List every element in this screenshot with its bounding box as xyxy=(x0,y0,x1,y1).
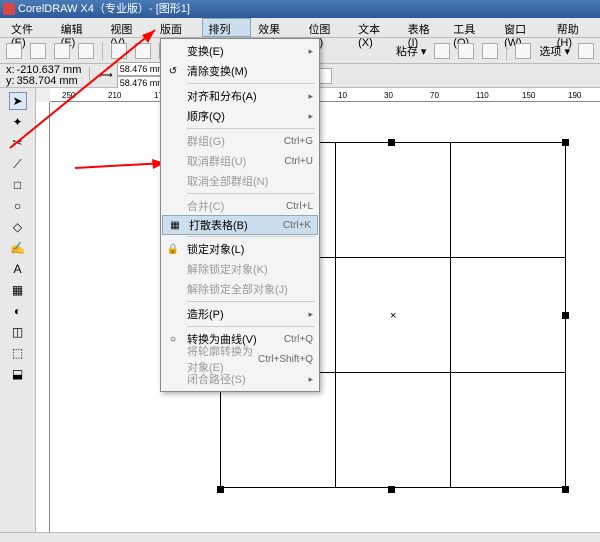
pick-tool[interactable]: ➤ xyxy=(9,92,27,110)
menu-shortcut: Ctrl+Shift+Q xyxy=(258,354,313,365)
menu-item: 解除锁定全部对象(J) xyxy=(161,279,319,299)
zoom-tool[interactable]: ⟋ xyxy=(9,155,27,173)
selection-handle[interactable] xyxy=(217,486,224,493)
vertical-ruler xyxy=(36,102,50,532)
menu-label: 合并(C) xyxy=(187,198,224,214)
selection-handle[interactable] xyxy=(388,139,395,146)
menu-shortcut: Ctrl+K xyxy=(283,220,311,231)
menu-label: 取消群组(U) xyxy=(187,153,246,169)
menu-effects[interactable]: 效果(C) xyxy=(251,18,301,37)
x-val: -210.637 mm xyxy=(17,65,82,76)
menu-shortcut: Ctrl+L xyxy=(286,201,313,212)
ellipse-tool[interactable]: ◇ xyxy=(9,218,27,236)
menu-arrange[interactable]: 排列(A) xyxy=(202,18,252,37)
menu-edit[interactable]: 编辑(E) xyxy=(54,18,104,37)
toolbar-icon-d[interactable] xyxy=(515,43,531,59)
new-icon[interactable] xyxy=(6,43,22,59)
menu-shortcut: Ctrl+G xyxy=(284,136,313,147)
outline-tool[interactable]: ⬚ xyxy=(9,344,27,362)
menu-item: 群组(G) Ctrl+G xyxy=(161,131,319,151)
polygon-tool[interactable]: ✍ xyxy=(9,239,27,257)
menu-text[interactable]: 文本(X) xyxy=(351,18,401,37)
menu-item[interactable]: ▦ 打散表格(B) Ctrl+K xyxy=(162,215,318,235)
menu-bitmap[interactable]: 位图(B) xyxy=(301,18,351,37)
menu-label: 群组(G) xyxy=(187,133,225,149)
menu-tools[interactable]: 工具(Q) xyxy=(446,18,497,37)
horizontal-ruler: 250 210 170 130 90 50 10 30 70 110 150 1… xyxy=(50,88,600,102)
menu-item: 取消全部群组(N) xyxy=(161,171,319,191)
options-dropdown[interactable]: 选项 ▾ xyxy=(539,43,570,59)
canvas[interactable]: × xyxy=(50,102,600,532)
interactive-tool[interactable]: ◐ xyxy=(9,302,27,320)
y-val: 358.704 mm xyxy=(17,76,78,87)
statusbar xyxy=(0,532,600,542)
toolbox: ➤ ✦ ✂ ⟋ □ ○ ◇ ✍ A ▦ ◐ ◫ ⬚ ⬓ xyxy=(0,88,36,532)
menu-icon: ↺ xyxy=(166,64,180,78)
menu-label: 打散表格(B) xyxy=(189,217,248,233)
menu-label: 造形(P) xyxy=(187,306,224,322)
fill-tool[interactable]: ⬓ xyxy=(9,365,27,383)
rectangle-tool[interactable]: ○ xyxy=(9,197,27,215)
menu-item: 将轮廓转换为对象(E)Ctrl+Shift+Q xyxy=(161,349,319,369)
menu-icon: 🔒 xyxy=(166,242,180,256)
menu-label: 顺序(Q) xyxy=(187,108,225,124)
menubar: 文件(E) 编辑(E) 视图(V) 版面(L) 排列(A) 效果(C) 位图(B… xyxy=(0,18,600,38)
menu-item[interactable]: 变换(E) xyxy=(161,41,319,61)
menu-item[interactable]: 顺序(Q) xyxy=(161,106,319,126)
menu-label: 闭合路径(S) xyxy=(187,371,246,387)
toolbar-icon-e[interactable] xyxy=(578,43,594,59)
toolbar-icon-c[interactable] xyxy=(482,43,498,59)
menu-label: 锁定对象(L) xyxy=(187,241,244,257)
menu-label: 解除锁定全部对象(J) xyxy=(187,281,288,297)
app-title: CorelDRAW X4（专业版）- [图形1] xyxy=(18,3,190,15)
selection-handle[interactable] xyxy=(562,139,569,146)
menu-label: 变换(E) xyxy=(187,43,224,59)
menu-label: 取消全部群组(N) xyxy=(187,173,268,189)
menu-label: 解除锁定对象(K) xyxy=(187,261,268,277)
save-icon[interactable] xyxy=(54,43,70,59)
menu-label: 清除变换(M) xyxy=(187,63,248,79)
menu-item[interactable]: 造形(P) xyxy=(161,304,319,324)
toolbar-icon-b[interactable] xyxy=(458,43,474,59)
menu-shortcut: Ctrl+U xyxy=(284,156,313,167)
menu-item: 合并(C) Ctrl+L xyxy=(161,196,319,216)
menu-icon: ○ xyxy=(166,332,180,346)
open-icon[interactable] xyxy=(30,43,46,59)
titlebar: CorelDRAW X4（专业版）- [图形1] xyxy=(0,0,600,18)
toolbar-icon-a[interactable] xyxy=(434,43,450,59)
print-icon[interactable] xyxy=(78,43,94,59)
crop-tool[interactable]: ✂ xyxy=(9,134,27,152)
menu-window[interactable]: 窗口(W) xyxy=(497,18,550,37)
size-icon: ⟷ xyxy=(98,70,112,81)
eyedropper-tool[interactable]: ◫ xyxy=(9,323,27,341)
menu-layout[interactable]: 版面(L) xyxy=(153,18,201,37)
selection-handle[interactable] xyxy=(562,486,569,493)
object-center: × xyxy=(390,310,396,322)
menu-shortcut: Ctrl+Q xyxy=(284,334,313,345)
menu-file[interactable]: 文件(E) xyxy=(4,18,54,37)
menu-item[interactable]: 对齐和分布(A) xyxy=(161,86,319,106)
y-label: y: xyxy=(6,76,15,87)
menu-table[interactable]: 表格(I) xyxy=(401,18,447,37)
selection-handle[interactable] xyxy=(388,486,395,493)
selection-handle[interactable] xyxy=(562,312,569,319)
shape-tool[interactable]: ✦ xyxy=(9,113,27,131)
table-tool[interactable]: ▦ xyxy=(9,281,27,299)
menu-item: 取消群组(U) Ctrl+U xyxy=(161,151,319,171)
menu-icon: ▦ xyxy=(168,218,182,232)
menu-item[interactable]: 🔒 锁定对象(L) xyxy=(161,239,319,259)
freehand-tool[interactable]: □ xyxy=(9,176,27,194)
paste-dropdown[interactable]: 粘存 ▾ xyxy=(396,43,427,59)
menu-help[interactable]: 帮助(H) xyxy=(550,18,600,37)
menu-label: 对齐和分布(A) xyxy=(187,88,257,104)
menu-item[interactable]: ↺ 清除变换(M) xyxy=(161,61,319,81)
menu-item: 闭合路径(S) xyxy=(161,369,319,389)
arrange-menu: 变换(E) ↺ 清除变换(M) 对齐和分布(A) 顺序(Q) 群组(G) Ctrl+G 取消群… xyxy=(160,38,320,392)
copy-icon[interactable] xyxy=(135,43,151,59)
menu-view[interactable]: 视图(V) xyxy=(103,18,153,37)
menu-item: 解除锁定对象(K) xyxy=(161,259,319,279)
cut-icon[interactable] xyxy=(111,43,127,59)
x-label: x: xyxy=(6,65,15,76)
text-tool[interactable]: A xyxy=(9,260,27,278)
